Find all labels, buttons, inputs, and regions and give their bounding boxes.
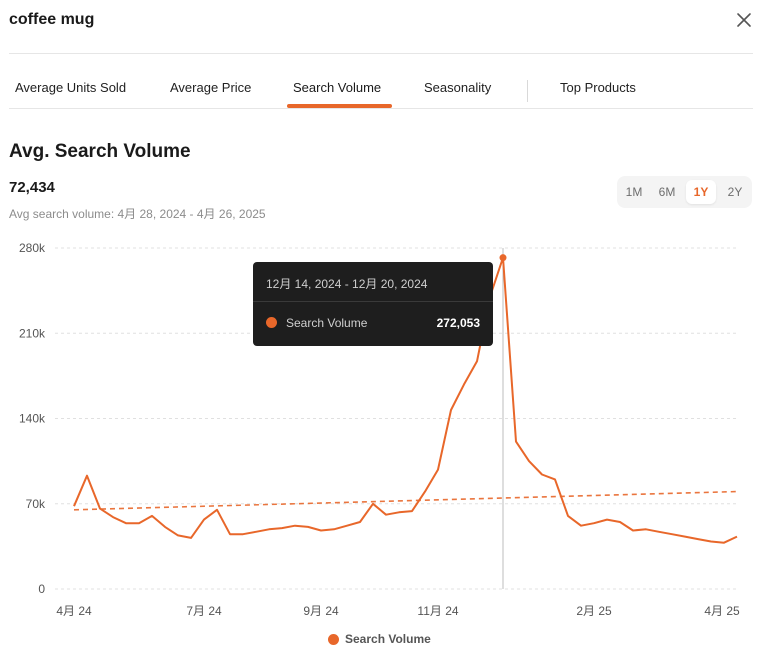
x-tick-label: 4月 25 xyxy=(704,604,740,618)
x-tick-label: 9月 24 xyxy=(303,604,339,618)
tooltip-series-swatch xyxy=(266,317,277,328)
tooltip-value: 272,053 xyxy=(436,316,480,330)
x-tick-label: 7月 24 xyxy=(186,604,222,618)
y-tick-label: 0 xyxy=(38,582,45,596)
highlighted-data-point xyxy=(499,254,507,262)
legend-label: Search Volume xyxy=(345,632,431,646)
y-tick-label: 280k xyxy=(19,241,46,255)
x-tick-label: 2月 25 xyxy=(576,604,612,618)
y-tick-label: 70k xyxy=(26,497,46,511)
y-tick-label: 210k xyxy=(19,326,46,340)
chart-tooltip: 12月 14, 2024 - 12月 20, 2024 Search Volum… xyxy=(253,262,493,346)
tooltip-series-name: Search Volume xyxy=(286,316,368,330)
x-tick-label: 11月 24 xyxy=(417,604,458,618)
y-tick-label: 140k xyxy=(19,412,46,426)
trend-line xyxy=(73,490,738,511)
x-tick-label: 4月 24 xyxy=(56,604,92,618)
tooltip-divider xyxy=(253,301,493,302)
tooltip-date-range: 12月 14, 2024 - 12月 20, 2024 xyxy=(266,277,428,291)
legend-swatch xyxy=(328,634,339,645)
